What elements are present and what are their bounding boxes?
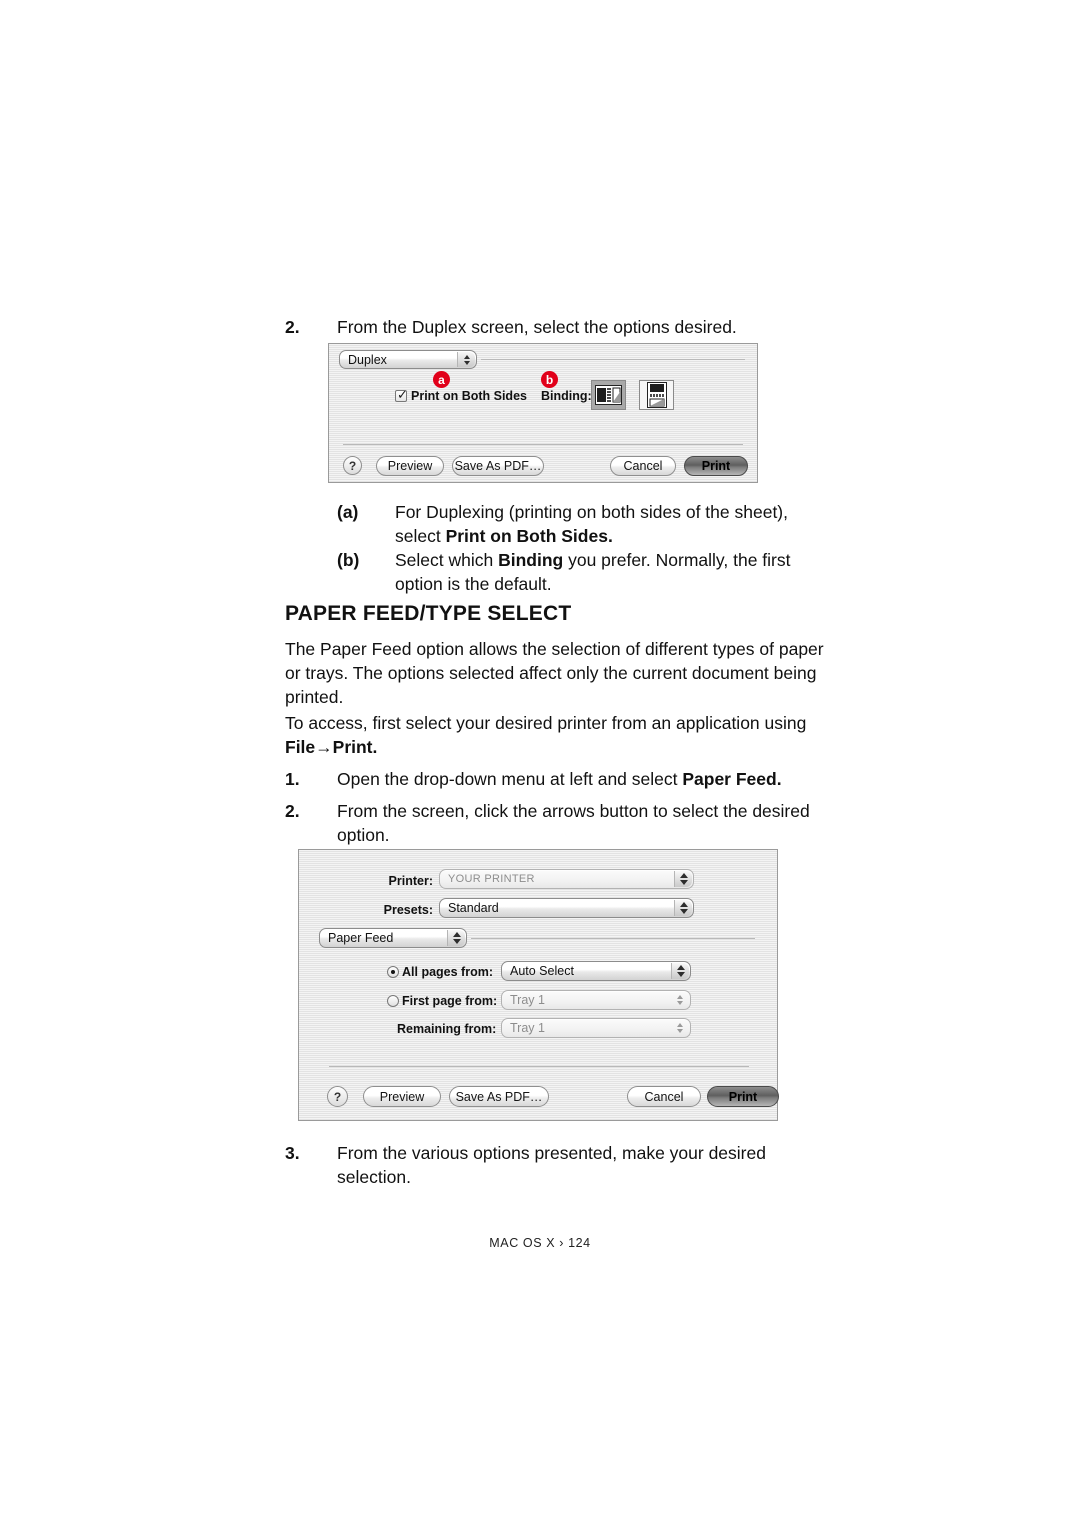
pane-popup-label: Duplex (348, 352, 387, 367)
chevron-updown-icon (674, 900, 692, 916)
help-button[interactable]: ? (327, 1086, 348, 1107)
substep-line1: For Duplexing (printing on both sides of… (395, 502, 788, 522)
substep-line1-post: you prefer. Normally, the first (563, 550, 791, 570)
substep-text: For Duplexing (printing on both sides of… (395, 500, 847, 548)
substep-line2-bold: Print on Both Sides. (445, 526, 613, 546)
pane-popup-duplex[interactable]: Duplex (339, 350, 477, 369)
binding-portrait-icon[interactable] (639, 380, 674, 410)
chevron-updown-icon (457, 352, 475, 367)
step-duplex: 2. From the Duplex screen, select the op… (285, 315, 845, 339)
chevron-updown-icon (671, 1020, 688, 1036)
substep-text: Select which Binding you prefer. Normall… (395, 548, 847, 596)
cancel-button[interactable]: Cancel (610, 456, 676, 476)
all-pages-from-label: All pages from: (402, 965, 493, 979)
chevron-updown-icon (674, 871, 692, 887)
pane-popup-label: Paper Feed (328, 931, 394, 945)
chevron-updown-icon (447, 930, 465, 946)
step-number: 2. (285, 317, 300, 337)
print-on-both-sides-checkbox[interactable]: ✓ (395, 387, 408, 402)
cancel-button[interactable]: Cancel (627, 1086, 701, 1107)
file-print-bold: File→Print. (285, 737, 378, 757)
binding-landscape-icon[interactable] (591, 380, 626, 410)
dialog-separator (329, 1066, 749, 1067)
remaining-source-value: Tray 1 (510, 1021, 545, 1035)
chevron-updown-icon (671, 963, 689, 979)
pane-popup-rule (481, 359, 745, 360)
print-on-both-sides-label: Print on Both Sides (411, 389, 527, 403)
radio-dot-icon (391, 970, 395, 974)
print-button[interactable]: Print (684, 456, 748, 476)
print-button[interactable]: Print (707, 1086, 779, 1107)
checkmark-icon: ✓ (397, 387, 408, 402)
first-page-from-label: First page from: (402, 994, 498, 1008)
presets-popup[interactable]: Standard (439, 898, 694, 918)
section-paragraph-2: To access, first select your desired pri… (285, 711, 830, 759)
preview-button[interactable]: Preview (376, 456, 444, 476)
chevron-updown-icon (671, 992, 688, 1008)
binding-label: Binding: (541, 389, 592, 403)
section-paragraph-2-pre: To access, first select your desired pri… (285, 713, 807, 733)
all-pages-from-radio[interactable] (387, 966, 399, 978)
pane-popup-rule (471, 938, 755, 939)
remaining-source-popup[interactable]: Tray 1 (501, 1018, 691, 1038)
callout-badge-b: b (541, 371, 558, 388)
first-page-source-popup[interactable]: Tray 1 (501, 990, 691, 1010)
first-page-from-radio[interactable] (387, 995, 399, 1007)
paper-feed-step-1: 1. Open the drop-down menu at left and s… (285, 767, 845, 791)
step-text: Open the drop-down menu at left and sele… (337, 767, 845, 791)
preview-button[interactable]: Preview (363, 1086, 441, 1107)
all-pages-source-popup[interactable]: Auto Select (501, 961, 691, 981)
step-3: 3. From the various options presented, m… (285, 1141, 785, 1189)
substep-line2-pre: option is the default. (395, 574, 552, 594)
save-as-pdf-button[interactable]: Save As PDF… (452, 456, 544, 476)
substep-b: (b) Select which Binding you prefer. Nor… (337, 548, 847, 596)
substep-marker: (a) (337, 502, 359, 522)
page-title: PAPER FEED/TYPE SELECT (285, 602, 572, 625)
printer-value: YOUR PRINTER (448, 873, 535, 885)
step-text: From the screen, click the arrows button… (337, 801, 810, 845)
step-number: 1. (285, 769, 300, 789)
document-page: 2. From the Duplex screen, select the op… (0, 0, 1080, 1528)
step-text: From the various options presented, make… (337, 1143, 766, 1187)
section-paragraph-1: The Paper Feed option allows the selecti… (285, 639, 824, 707)
duplex-print-dialog: Duplex ✓ Print on Both Sides Binding: ? … (328, 343, 758, 483)
save-as-pdf-button[interactable]: Save As PDF… (449, 1086, 549, 1107)
remaining-from-label: Remaining from: (397, 1022, 497, 1036)
step-text-pre: Open the drop-down menu at left and sele… (337, 769, 683, 789)
callout-badge-a: a (433, 371, 450, 388)
printer-label: Printer: (388, 874, 433, 888)
pane-popup-paper-feed[interactable]: Paper Feed (319, 928, 467, 948)
substep-marker: (b) (337, 550, 360, 570)
presets-label: Presets: (383, 903, 433, 917)
paper-feed-step-2: 2. From the screen, click the arrows but… (285, 799, 845, 847)
substep-line2-pre: select (395, 526, 446, 546)
first-page-source-value: Tray 1 (510, 993, 545, 1007)
step-number: 2. (285, 801, 300, 821)
step-text: From the Duplex screen, select the optio… (337, 317, 737, 337)
all-pages-source-value: Auto Select (510, 964, 574, 978)
page-footer: MAC OS X › 124 (489, 1236, 591, 1250)
paper-feed-print-dialog: Printer: YOUR PRINTER Presets: Standard … (298, 849, 779, 1121)
dialog-separator (343, 444, 743, 445)
step-text-bold: Paper Feed. (682, 769, 782, 789)
printer-popup[interactable]: YOUR PRINTER (439, 869, 694, 889)
binding-portrait-glyph (646, 382, 667, 408)
help-button[interactable]: ? (343, 456, 362, 475)
binding-landscape-glyph (595, 385, 622, 405)
step-number: 3. (285, 1143, 300, 1163)
substep-line1-pre: Select which (395, 550, 499, 570)
presets-value: Standard (448, 901, 499, 915)
substep-line1-bold: Binding (498, 550, 564, 570)
substep-a: (a) For Duplexing (printing on both side… (337, 500, 847, 548)
